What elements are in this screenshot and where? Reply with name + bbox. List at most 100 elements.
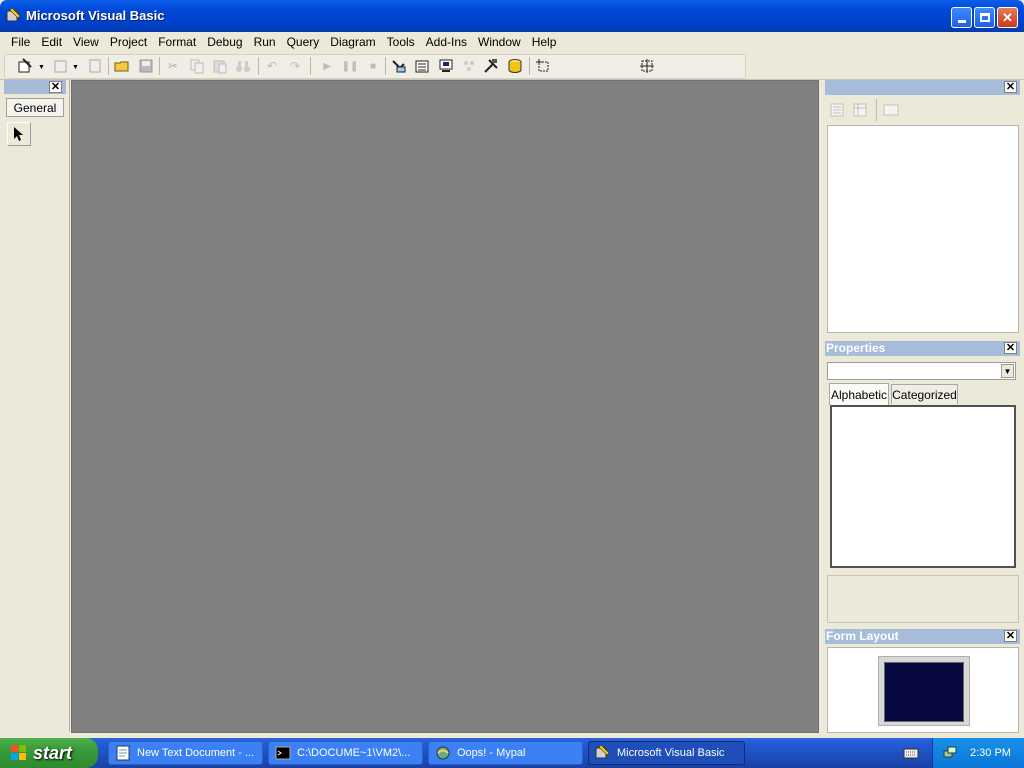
play-icon: ▶ — [323, 60, 331, 72]
task-command-prompt[interactable]: C:\DOCUME~1\VM2\... — [268, 741, 423, 765]
form-layout-area[interactable] — [827, 647, 1019, 733]
end-button[interactable]: ■ — [364, 57, 382, 75]
network-icon[interactable] — [942, 745, 958, 761]
chevron-down-icon[interactable]: ▼ — [1001, 364, 1014, 378]
binoculars-icon — [236, 61, 250, 72]
add-form-icon — [54, 60, 67, 73]
add-form-button[interactable] — [52, 57, 70, 75]
properties-icon — [415, 60, 429, 73]
vb-app-icon — [6, 7, 22, 24]
menu-window[interactable]: Window — [471, 35, 525, 49]
taskbar: start New Text Document - ... C:\DOCUME~… — [0, 738, 1024, 768]
start-label: start — [33, 742, 73, 763]
paste-button[interactable] — [211, 57, 229, 75]
menu-tools[interactable]: Tools — [380, 35, 419, 49]
redo-button[interactable]: ↷ — [286, 57, 304, 75]
maximize-icon — [979, 13, 990, 22]
monitor-icon — [878, 656, 970, 726]
find-button[interactable] — [234, 57, 252, 75]
open-folder-icon — [114, 61, 129, 72]
menu-view[interactable]: View — [66, 35, 103, 49]
form-layout-icon — [439, 59, 453, 72]
object-selector[interactable]: ▼ — [827, 362, 1016, 380]
minimize-button[interactable] — [951, 7, 972, 28]
close-icon: ✕ — [50, 80, 61, 93]
menu-file[interactable]: File — [4, 35, 34, 49]
menu-diagram[interactable]: Diagram — [323, 35, 379, 49]
task-new-text-document[interactable]: New Text Document - ... — [108, 741, 263, 765]
form-layout-close-button[interactable]: ✕ — [1004, 630, 1017, 642]
stop-icon: ■ — [369, 60, 377, 72]
maximize-button[interactable] — [974, 7, 995, 28]
menu-format[interactable]: Format — [151, 35, 200, 49]
data-view-button[interactable] — [506, 57, 524, 75]
cut-button[interactable]: ✂ — [164, 57, 182, 75]
minimize-icon — [957, 19, 966, 23]
menu-add-ins[interactable]: Add-Ins — [419, 35, 471, 49]
chevron-down-icon[interactable]: ▼ — [38, 64, 45, 71]
mdi-workspace[interactable] — [71, 80, 819, 733]
standard-toolbar: ▼ ▼ ✂ ↶ ↷ ▶ ❚❚ ■ — [0, 52, 1024, 80]
redo-icon: ↷ — [289, 59, 301, 73]
toolbar-separator — [385, 57, 386, 75]
task-visual-basic[interactable]: Microsoft Visual Basic — [588, 741, 745, 765]
tab-alphabetic[interactable]: Alphabetic — [829, 383, 889, 405]
add-project-icon — [18, 58, 32, 73]
chevron-down-icon[interactable]: ▼ — [72, 64, 79, 71]
open-project-button[interactable] — [113, 57, 131, 75]
component-manager-button[interactable] — [535, 57, 553, 75]
menu-query[interactable]: Query — [280, 35, 324, 49]
toolbox-button[interactable] — [482, 57, 500, 75]
property-description — [827, 575, 1019, 623]
toolbox-window: ✕ General — [0, 80, 70, 732]
window-title: Microsoft Visual Basic — [26, 8, 165, 23]
toolbox-tab-general[interactable]: General — [6, 98, 64, 117]
copy-button[interactable] — [188, 57, 206, 75]
system-tray: 2:30 PM — [932, 738, 1024, 768]
task-label: New Text Document - ... — [137, 747, 255, 759]
project-explorer-button[interactable] — [390, 57, 408, 75]
properties-grid[interactable] — [830, 405, 1016, 568]
menu-help[interactable]: Help — [525, 35, 561, 49]
break-button[interactable]: ❚❚ — [341, 57, 359, 75]
vb-app-icon — [595, 745, 610, 759]
form-layout-header: Form Layout — [825, 629, 1020, 644]
add-project-button[interactable] — [16, 57, 34, 75]
properties-close-button[interactable]: ✕ — [1004, 342, 1017, 354]
menu-run[interactable]: Run — [247, 35, 280, 49]
project-tree[interactable] — [827, 125, 1019, 333]
menu-editor-icon — [89, 59, 101, 73]
close-icon: ✕ — [1005, 80, 1016, 93]
properties-window-button[interactable] — [413, 57, 431, 75]
pointer-tool[interactable] — [7, 122, 31, 146]
toggle-folders-button[interactable] — [881, 101, 901, 119]
position-size-indicator — [638, 57, 656, 75]
close-button[interactable]: ✕ — [997, 7, 1018, 28]
title-bar[interactable]: Microsoft Visual Basic ✕ — [0, 0, 1024, 32]
component-icon — [536, 59, 549, 72]
clock[interactable]: 2:30 PM — [970, 747, 1011, 759]
menu-debug[interactable]: Debug — [200, 35, 246, 49]
menu-editor-button[interactable] — [86, 57, 104, 75]
tab-categorized[interactable]: Categorized — [891, 384, 958, 404]
save-project-button[interactable] — [137, 57, 155, 75]
command-prompt-icon — [275, 746, 291, 760]
toolbar-separator — [529, 57, 530, 75]
view-code-button[interactable] — [828, 101, 846, 119]
toolbox-close-button[interactable]: ✕ — [49, 81, 62, 93]
menu-edit[interactable]: Edit — [34, 35, 66, 49]
start-button[interactable]: start — [0, 738, 98, 768]
task-mypal-browser[interactable]: Oops! - Mypal — [428, 741, 583, 765]
project-explorer-close-button[interactable]: ✕ — [1004, 81, 1017, 93]
menu-project[interactable]: Project — [103, 35, 151, 49]
object-browser-button[interactable] — [460, 57, 478, 75]
task-label: Microsoft Visual Basic — [617, 747, 725, 759]
toolbox-divider — [69, 80, 70, 732]
view-object-button[interactable] — [851, 101, 869, 119]
start-button-run[interactable]: ▶ — [318, 57, 336, 75]
undo-button[interactable]: ↶ — [263, 57, 281, 75]
form-layout-button[interactable] — [437, 57, 455, 75]
undo-icon: ↶ — [266, 59, 278, 73]
keyboard-icon[interactable] — [903, 745, 919, 761]
windows-logo-icon — [11, 745, 26, 760]
